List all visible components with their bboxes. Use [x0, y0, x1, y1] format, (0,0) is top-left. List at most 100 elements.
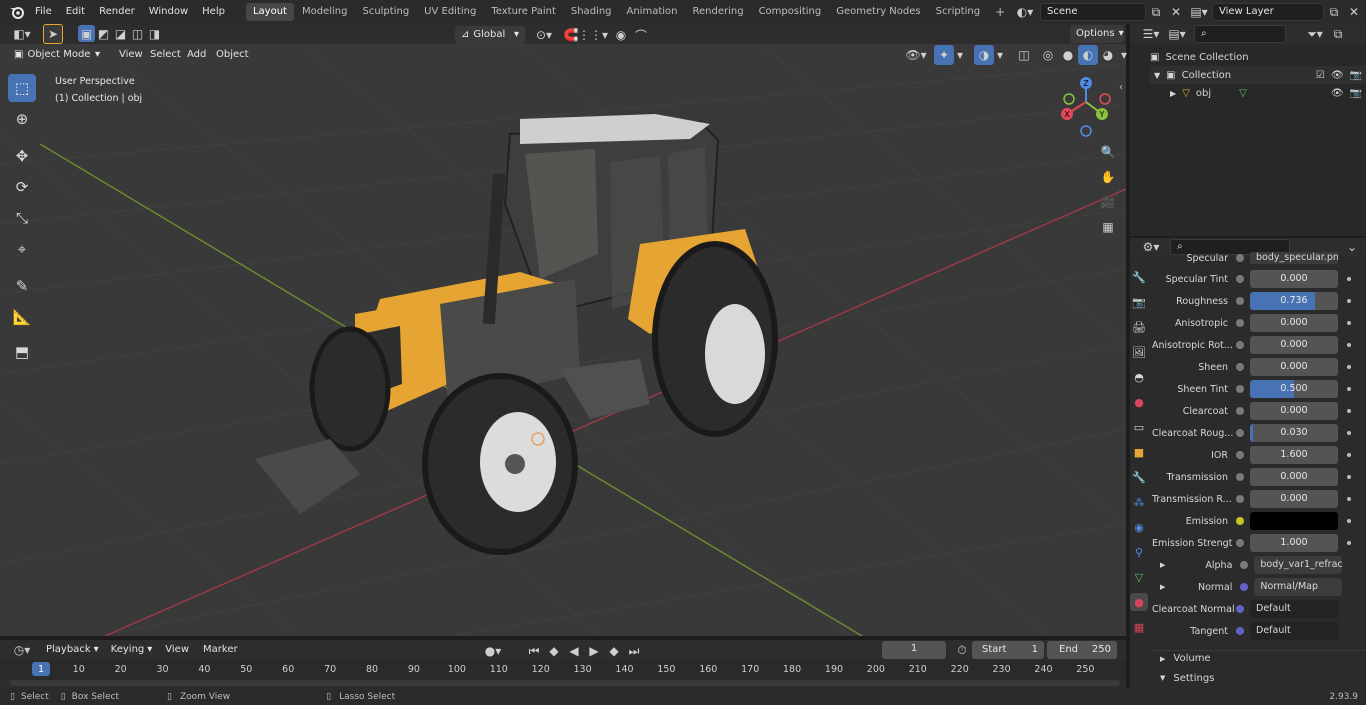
checkbox-icon[interactable]: ☑: [1316, 70, 1325, 81]
keyframe-dot-icon[interactable]: [1347, 299, 1351, 303]
add-cube-tool-icon[interactable]: ⬒: [8, 338, 36, 366]
scene-tab-icon[interactable]: ◓: [1130, 368, 1148, 386]
new-collection-icon[interactable]: ⧉: [1328, 24, 1348, 44]
scale-tool-icon[interactable]: ⤡: [8, 204, 36, 232]
select-tool-icon[interactable]: ➤: [43, 24, 63, 44]
particles-tab-icon[interactable]: ⁂: [1130, 493, 1148, 511]
display-mode-icon[interactable]: ▤▾: [1164, 24, 1190, 44]
tab-uv-editing[interactable]: UV Editing: [417, 3, 483, 21]
end-frame-field[interactable]: End 250: [1047, 641, 1117, 659]
prop-slider[interactable]: 0.736: [1250, 292, 1338, 310]
prop-slider[interactable]: 0.000: [1250, 336, 1338, 354]
output-tab-icon[interactable]: 🖨: [1130, 318, 1148, 336]
add-workspace-icon[interactable]: +: [988, 3, 1012, 21]
camera-icon[interactable]: 📷: [1350, 70, 1362, 81]
outliner-row-collection[interactable]: ▼ ▣ Collection ☑ 👁 📷: [1150, 66, 1366, 84]
keyframe-dot-icon[interactable]: [1347, 475, 1351, 479]
rendered-shading-icon[interactable]: ◕: [1098, 45, 1118, 65]
mode-new-icon[interactable]: ▣: [78, 25, 95, 42]
view-layer-field[interactable]: View Layer: [1212, 3, 1324, 21]
snap-target-icon[interactable]: ⋮⋮▾: [578, 25, 608, 45]
section-settings[interactable]: ▼ Settings: [1152, 670, 1366, 686]
play-reverse-icon[interactable]: ◀: [564, 641, 584, 661]
keyframe-dot-icon[interactable]: [1347, 453, 1351, 457]
jump-start-icon[interactable]: ⏮: [524, 641, 544, 661]
mode-dropdown[interactable]: ▣ Object Mode ▾: [8, 46, 106, 64]
mode-subtract-icon[interactable]: ◪: [112, 25, 129, 42]
viewport-menu-object[interactable]: Object: [209, 43, 256, 67]
modifier-tab-icon[interactable]: 🔧: [1130, 468, 1148, 486]
eye-icon[interactable]: 👁: [1331, 88, 1344, 99]
record-icon[interactable]: ●▾: [480, 641, 506, 661]
delete-scene-icon[interactable]: ✕: [1166, 2, 1186, 22]
socket-dot-icon[interactable]: [1236, 627, 1244, 635]
keyframe-dot-icon[interactable]: [1347, 497, 1351, 501]
normal-map-field[interactable]: Normal/Map: [1254, 578, 1343, 596]
emission-color-swatch[interactable]: [1250, 512, 1338, 530]
tangent-field[interactable]: Default: [1250, 622, 1338, 640]
data-tab-icon[interactable]: ▽: [1130, 568, 1148, 586]
prop-slider[interactable]: 1.600: [1250, 446, 1338, 464]
keyframe-dot-icon[interactable]: [1347, 343, 1351, 347]
timeline-scrollbar[interactable]: [10, 680, 1120, 686]
pan-hand-icon[interactable]: ✋: [1098, 167, 1118, 187]
socket-dot-icon[interactable]: [1236, 429, 1244, 437]
constraints-tab-icon[interactable]: ⚲: [1130, 543, 1148, 561]
socket-dot-icon[interactable]: [1236, 605, 1244, 613]
keyframe-dot-icon[interactable]: [1347, 409, 1351, 413]
view-layer-icon[interactable]: ▤▾: [1188, 2, 1210, 22]
socket-dot-icon[interactable]: [1236, 451, 1244, 459]
current-frame-field[interactable]: 1: [882, 641, 946, 659]
socket-dot-icon[interactable]: [1236, 517, 1244, 525]
playback-dropdown[interactable]: Playback ▾: [40, 641, 105, 659]
keyframe-dot-icon[interactable]: [1347, 541, 1351, 545]
tab-modeling[interactable]: Modeling: [295, 3, 355, 21]
rotate-tool-icon[interactable]: ⟳: [8, 173, 36, 201]
prop-slider[interactable]: 0.500: [1250, 380, 1338, 398]
sidebar-toggle-icon[interactable]: ‹: [1119, 82, 1123, 93]
prev-keyframe-icon[interactable]: ◆: [544, 641, 564, 661]
wireframe-shading-icon[interactable]: ◎: [1038, 45, 1058, 65]
prop-slider[interactable]: 0.000: [1250, 490, 1338, 508]
keyframe-dot-icon[interactable]: [1347, 519, 1351, 523]
tractor-model[interactable]: [255, 114, 778, 555]
navigation-gizmo[interactable]: Z Y X: [1056, 72, 1116, 138]
keyframe-dot-icon[interactable]: [1347, 365, 1351, 369]
next-keyframe-icon[interactable]: ◆: [604, 641, 624, 661]
xray-toggle-icon[interactable]: ◫: [1014, 45, 1034, 65]
socket-dot-icon[interactable]: [1236, 495, 1244, 503]
world-tab-icon[interactable]: ●: [1130, 393, 1148, 411]
eye-icon[interactable]: 👁: [1331, 70, 1344, 81]
prop-slider[interactable]: 0.000: [1250, 314, 1338, 332]
material-tab-icon[interactable]: ●: [1130, 593, 1148, 611]
frame-ruler[interactable]: 1 10 20 30 40 50 60 70 80 90 100 110 120 130 140 150 160…: [0, 660, 1126, 680]
socket-dot-icon[interactable]: [1236, 363, 1244, 371]
pivot-icon[interactable]: ⊙▾: [531, 25, 557, 45]
keyframe-dot-icon[interactable]: [1347, 277, 1351, 281]
timeline-editor-type-icon[interactable]: ◷▾: [8, 640, 36, 660]
socket-dot-icon[interactable]: [1240, 583, 1249, 591]
prop-slider[interactable]: 0.000: [1250, 358, 1338, 376]
delete-view-layer-icon[interactable]: ✕: [1344, 2, 1364, 22]
clearcoat-normal-field[interactable]: Default: [1250, 600, 1338, 618]
3d-viewport[interactable]: [0, 44, 1126, 636]
camera-icon[interactable]: 📷: [1350, 88, 1362, 99]
tab-sculpting[interactable]: Sculpting: [355, 3, 416, 21]
prop-slider[interactable]: 0.000: [1250, 468, 1338, 486]
physics-tab-icon[interactable]: ◉: [1130, 518, 1148, 536]
tab-animation[interactable]: Animation: [620, 3, 685, 21]
annotate-tool-icon[interactable]: ✎: [8, 272, 36, 300]
tab-rendering[interactable]: Rendering: [685, 3, 750, 21]
orientation-dropdown[interactable]: ⊿ Global ▾: [455, 26, 525, 44]
mode-extend-icon[interactable]: ◩: [95, 25, 112, 42]
overlay-toggle-icon[interactable]: ◑: [974, 45, 994, 65]
socket-dot-icon[interactable]: [1236, 341, 1244, 349]
gizmo-toggle-icon[interactable]: ✦: [934, 45, 954, 65]
prop-slider[interactable]: 0.000: [1250, 270, 1338, 288]
keyframe-dot-icon[interactable]: [1347, 387, 1351, 391]
menu-render[interactable]: Render: [92, 0, 142, 24]
editor-type-icon[interactable]: ◧▾: [8, 24, 36, 44]
alpha-texture-field[interactable]: body_var1_refractio...: [1254, 556, 1343, 574]
socket-dot-icon[interactable]: [1236, 297, 1244, 305]
prop-slider[interactable]: 0.000: [1250, 402, 1338, 420]
